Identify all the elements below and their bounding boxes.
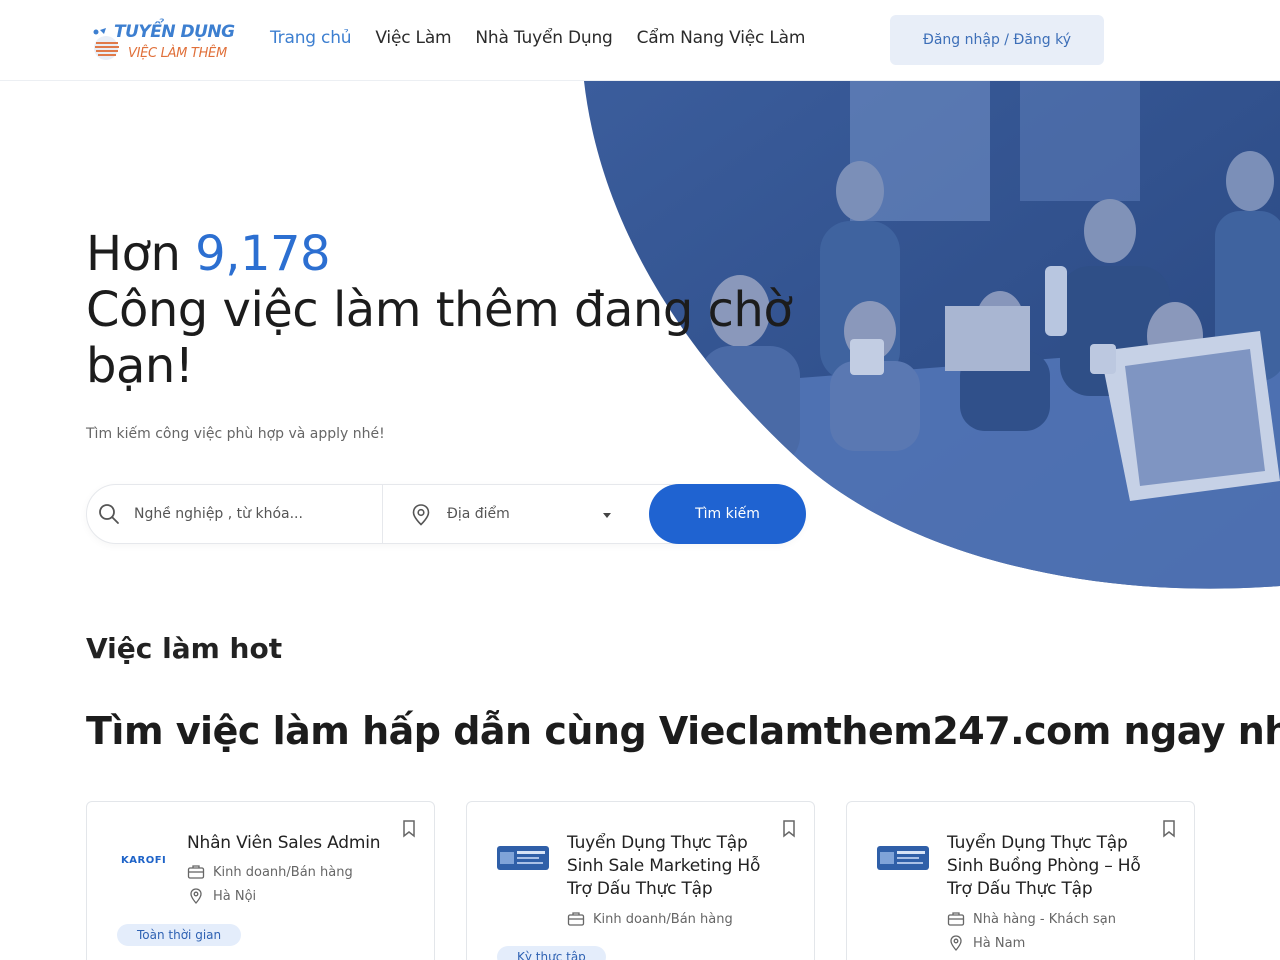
search-submit-button[interactable]: Tìm kiếm (649, 484, 806, 544)
job-card[interactable]: Tuyển Dụng Thực Tập Sinh Buồng Phòng – H… (846, 801, 1195, 960)
keyword-search-field (87, 485, 383, 543)
job-category-text: Kinh doanh/Bán hàng (213, 864, 353, 880)
section-heading: Tìm việc làm hấp dẫn cùng Vieclamthem247… (86, 709, 1280, 753)
job-category-text: Nhà hàng - Khách sạn (973, 911, 1116, 927)
bookmark-icon[interactable] (782, 820, 796, 838)
job-search-bar: Địa điểm Tìm kiếm (86, 484, 806, 544)
section-label: Việc làm hot (86, 632, 283, 665)
company-logo[interactable]: KAROFI (121, 848, 166, 872)
job-category: Kinh doanh/Bán hàng (567, 911, 733, 927)
hero-title: Hơn 9,178 Công việc làm thêm đang chờ bạ… (86, 226, 806, 394)
job-title[interactable]: Nhân Viên Sales Admin (187, 832, 397, 855)
logo-text-primary: TUYỂN DỤNG (114, 22, 235, 42)
search-icon (99, 504, 119, 524)
hero-title-prefix: Hơn (86, 226, 181, 282)
location-pin-icon (950, 935, 962, 951)
job-card[interactable]: Tuyển Dụng Thực Tập Sinh Sale Marketing … (466, 801, 815, 960)
nav-item-home[interactable]: Trang chủ (270, 28, 352, 48)
briefcase-icon (567, 912, 585, 926)
logo-text-secondary: VIỆC LÀM THÊM (128, 46, 227, 61)
location-select[interactable]: Địa điểm (384, 485, 644, 543)
location-pin-icon (190, 888, 202, 904)
nav-item-employers[interactable]: Nhà Tuyển Dụng (475, 28, 612, 48)
job-card[interactable]: KAROFI Nhân Viên Sales Admin Kinh doanh/… (86, 801, 435, 960)
company-logo[interactable] (497, 846, 549, 870)
hot-job-list: KAROFI Nhân Viên Sales Admin Kinh doanh/… (86, 801, 1196, 960)
job-title[interactable]: Tuyển Dụng Thực Tập Sinh Sale Marketing … (567, 832, 777, 901)
keyword-search-input[interactable] (134, 501, 374, 527)
job-count: 9,178 (195, 226, 331, 282)
chevron-down-icon (603, 513, 611, 518)
job-location-text: Hà Nam (973, 935, 1026, 951)
briefcase-icon (187, 865, 205, 879)
bookmark-icon[interactable] (1162, 820, 1176, 838)
login-register-button[interactable]: Đăng nhập / Đăng ký (890, 15, 1104, 65)
job-location: Hà Nội (187, 888, 256, 904)
job-location-text: Hà Nội (213, 888, 257, 904)
job-location: Hà Nam (947, 935, 1025, 951)
briefcase-icon (947, 912, 965, 926)
nav-item-career-guide[interactable]: Cẩm Nang Việc Làm (637, 28, 806, 48)
job-title[interactable]: Tuyển Dụng Thực Tập Sinh Buồng Phòng – H… (947, 832, 1157, 901)
main-nav: Trang chủ Việc Làm Nhà Tuyển Dụng Cẩm Na… (270, 28, 805, 48)
job-type-badge: Toàn thời gian (117, 924, 242, 946)
location-select-label: Địa điểm (447, 506, 510, 522)
job-type-badge: Kỳ thực tập (497, 946, 606, 960)
bookmark-icon[interactable] (402, 820, 416, 838)
job-category-text: Kinh doanh/Bán hàng (593, 911, 733, 927)
hero-title-rest: Công việc làm thêm đang chờ bạn! (86, 282, 793, 394)
hero-subtitle: Tìm kiếm công việc phù hợp và apply nhé! (86, 426, 385, 442)
job-category: Nhà hàng - Khách sạn (947, 911, 1116, 927)
nav-item-jobs[interactable]: Việc Làm (375, 28, 451, 48)
company-logo[interactable] (877, 846, 929, 870)
site-header: TUYỂN DỤNG VIỆC LÀM THÊM Trang chủ Việc … (0, 0, 1280, 81)
site-logo[interactable]: TUYỂN DỤNG VIỆC LÀM THÊM (90, 20, 240, 66)
job-category: Kinh doanh/Bán hàng (187, 864, 353, 880)
location-pin-icon (412, 504, 430, 526)
